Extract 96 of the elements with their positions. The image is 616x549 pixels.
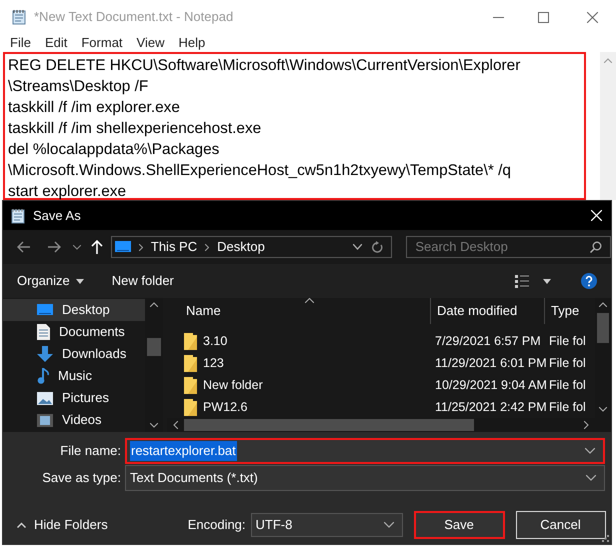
file-name[interactable]: 3.10 [203,332,228,350]
scroll-thumb[interactable] [147,338,161,356]
refresh-icon[interactable] [372,241,384,253]
window-title: *New Text Document.txt - Notepad [34,8,234,26]
nav-item[interactable]: Pictures [3,387,145,409]
search-icon[interactable] [590,241,602,253]
folder-icon [184,354,197,372]
folder-icon [184,398,197,416]
dialog-title: Save As [33,206,81,225]
text-line: \Microsoft.Windows.ShellExperienceHost_cw5n1h2txyewy\TempState\* /q [8,161,512,181]
scroll-up-icon[interactable] [599,302,607,307]
encoding-dropdown[interactable]: UTF-8 [250,513,403,537]
view-options-icon[interactable] [515,274,529,288]
save-button[interactable]: Save [414,511,505,539]
new-folder-button[interactable]: New folder [112,271,174,291]
scroll-left-icon[interactable] [173,421,178,429]
organize-button[interactable]: Organize [17,271,84,291]
menu-item[interactable]: Format [74,33,130,53]
search-placeholder: Search Desktop [415,238,508,256]
column-header[interactable]: Name [167,298,431,324]
text-line: start explorer.exe [8,182,128,202]
nav-item[interactable]: Documents [3,321,145,343]
nav-item[interactable]: Downloads [3,343,145,365]
breadcrumb-item[interactable]: Desktop [217,237,265,257]
text-area[interactable] [3,52,586,200]
desktop-icon [37,304,53,316]
resize-grip-icon[interactable] [602,535,609,542]
text-line: taskkill /f /im shellexperiencehost.exe [8,119,262,139]
search-field[interactable]: Search Desktop [406,236,611,258]
caret-icon[interactable] [543,278,551,284]
dropdown-caret-icon[interactable] [586,475,596,481]
scroll-down-icon[interactable] [150,423,158,428]
nav-item[interactable]: Desktop [3,299,145,321]
file-type: File fol [549,356,586,370]
maximize-icon[interactable] [538,12,549,22]
scroll-right-icon[interactable] [584,421,589,429]
date-modified: 11/25/2021 2:42 PM [434,398,545,416]
column-header[interactable]: Type [545,298,595,324]
picture-icon [37,392,53,404]
file-type: File fol [549,378,586,392]
notepad-icon [11,208,25,224]
document-icon [37,324,50,340]
menu-item[interactable]: Edit [38,33,74,53]
dropdown-caret-icon[interactable] [72,244,81,250]
file-type: File fol [549,334,586,348]
back-arrow-icon[interactable] [17,241,31,253]
minimize-icon[interactable] [493,16,504,18]
help-icon[interactable] [581,273,597,289]
field-label: Save as type: [41,469,122,488]
address-bar[interactable]: This PC Desktop [110,236,392,258]
column-header[interactable]: Date modified [431,298,545,324]
file-name[interactable]: PW12.6 [203,398,248,416]
breadcrumb-item[interactable]: This PC [150,237,198,257]
folder-icon [184,332,197,350]
scroll-thumb[interactable] [184,419,474,431]
scroll-up-icon[interactable] [150,302,158,307]
cancel-button[interactable]: Cancel [516,511,606,539]
field-label: File name: [59,442,122,460]
chevron-icon [138,244,143,250]
text-line: del %localappdata%\Packages [8,140,220,160]
text-line: taskkill /f /im explorer.exe [8,98,181,118]
dropdown-caret-icon[interactable] [384,522,394,528]
sort-caret-icon [305,298,314,303]
scroll-down-icon[interactable] [599,407,607,412]
file-name-field[interactable]: restartexplorer.bat [125,438,605,464]
date-modified: 7/29/2021 6:57 PM [434,332,542,350]
caret-icon [76,278,84,284]
scroll-thumb[interactable] [597,313,609,343]
dropdown-caret-icon[interactable] [585,448,595,454]
forward-arrow-icon[interactable] [46,241,61,253]
download-arrow-icon [37,346,53,362]
menu-item[interactable]: Help [171,33,212,53]
save-type-dropdown[interactable]: Text Documents (*.txt) [125,465,605,491]
encoding-label: Encoding: [188,516,246,534]
date-modified: 10/29/2021 9:04 AM [434,376,545,394]
menu-item[interactable]: View [130,33,172,53]
notepad-icon [12,9,26,25]
up-arrow-icon[interactable] [90,240,103,254]
menu-item[interactable]: File [3,33,38,53]
music-note-icon [37,368,49,384]
hide-folders-button[interactable]: Hide Folders [17,515,108,535]
computer-icon [114,241,131,253]
text-line: REG DELETE HKCU\Software\Microsoft\Windows\CurrentVersion\Explorer [8,56,522,76]
file-type: File fol [549,400,586,414]
file-name[interactable]: 123 [203,354,224,372]
chevron-up-icon [17,522,26,528]
nav-item[interactable]: Videos [3,409,145,431]
text-line: \Streams\Desktop /F [8,77,150,97]
dropdown-caret-icon[interactable] [353,244,362,250]
file-name[interactable]: New folder [203,376,263,394]
film-icon [37,414,53,426]
nav-item[interactable]: Music [3,365,145,387]
date-modified: 11/29/2021 6:01 PM [434,354,545,372]
folder-icon [184,376,197,394]
chevron-icon [205,244,210,250]
scrollbar[interactable] [600,52,616,200]
